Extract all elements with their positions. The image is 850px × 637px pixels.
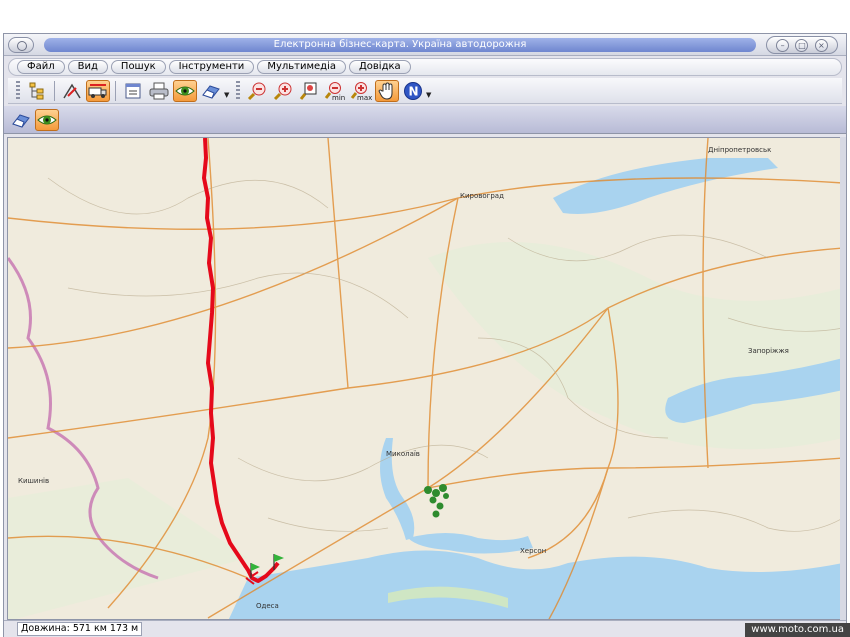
toolbar-grip[interactable] bbox=[16, 80, 20, 101]
window-controls: – □ × bbox=[766, 36, 838, 54]
main-toolbar: ▼ min max N ▼ bbox=[8, 78, 842, 104]
eraser-button-2[interactable] bbox=[9, 109, 33, 131]
menu-tools[interactable]: Інструменти bbox=[168, 60, 255, 74]
view-button-2[interactable] bbox=[35, 108, 59, 131]
toolbar-separator bbox=[115, 80, 116, 101]
print-button[interactable] bbox=[147, 80, 171, 102]
toolbar-grip[interactable] bbox=[236, 80, 240, 101]
svg-text:N: N bbox=[409, 84, 419, 98]
eye-view-icon bbox=[175, 86, 195, 95]
svg-text:min: min bbox=[332, 94, 345, 101]
eraser-button[interactable] bbox=[199, 80, 223, 102]
route-measure-icon bbox=[63, 83, 81, 98]
north-compass-icon: N bbox=[404, 81, 422, 100]
window-title: Електронна бізнес-карта. Україна автодор… bbox=[44, 38, 756, 52]
map-vertical-scrollbar[interactable] bbox=[840, 137, 846, 620]
toolbar-overflow-icon[interactable]: ▼ bbox=[224, 80, 232, 102]
svg-text:max: max bbox=[357, 94, 372, 101]
zoom-window-icon bbox=[299, 82, 317, 100]
layers-tree-button[interactable] bbox=[25, 80, 49, 102]
maximize-button[interactable]: □ bbox=[795, 38, 809, 52]
menu-view[interactable]: Вид bbox=[67, 60, 108, 74]
toolbar-separator bbox=[54, 80, 55, 101]
map-label: Кишинів bbox=[18, 477, 49, 485]
eraser-icon bbox=[202, 84, 220, 99]
map-label: Кировоград bbox=[460, 192, 504, 200]
app-window: Електронна бізнес-карта. Україна автодор… bbox=[3, 33, 847, 637]
route-length-readout: Довжина: 571 км 173 м bbox=[17, 622, 143, 636]
map-label: Херсон bbox=[520, 547, 546, 555]
menu-help[interactable]: Довідка bbox=[348, 60, 411, 74]
legend-list-icon bbox=[125, 83, 141, 98]
north-compass-button[interactable]: N bbox=[401, 80, 425, 102]
eye-view-icon bbox=[37, 115, 57, 124]
truck-route-icon bbox=[88, 83, 107, 98]
hand-pan-icon bbox=[378, 81, 393, 100]
zoom-in-icon bbox=[273, 82, 292, 100]
map-label: Миколаїв bbox=[386, 450, 420, 458]
menu-file[interactable]: Файл bbox=[17, 60, 65, 74]
zoom-max-icon: max bbox=[350, 81, 372, 101]
zoom-out-icon bbox=[247, 82, 266, 100]
close-button[interactable]: × bbox=[814, 38, 828, 52]
zoom-in-button[interactable] bbox=[271, 80, 295, 102]
zoom-out-button[interactable] bbox=[245, 80, 269, 102]
hand-pan-button[interactable] bbox=[375, 79, 399, 102]
zoom-min-button[interactable]: min bbox=[323, 80, 347, 102]
truck-route-button[interactable] bbox=[86, 79, 110, 102]
menu-bar: Файл Вид Пошук Інструменти Мультимедіа Д… bbox=[8, 58, 842, 76]
view-button[interactable] bbox=[173, 79, 197, 102]
map-canvas[interactable]: Кировоград Кишинів Одеса Миколаїв Херсон… bbox=[7, 137, 842, 620]
printer-icon bbox=[149, 82, 169, 99]
legend-list-button[interactable] bbox=[121, 80, 145, 102]
layers-tree-icon bbox=[29, 82, 44, 99]
toolbar-overflow-icon[interactable]: ▼ bbox=[426, 80, 434, 102]
map-label: Одеса bbox=[256, 602, 279, 610]
route-measure-button[interactable] bbox=[60, 80, 84, 102]
system-menu-icon[interactable] bbox=[8, 37, 34, 53]
map-label: Запоріжжя bbox=[748, 347, 789, 355]
eraser-icon bbox=[12, 113, 30, 128]
map-label: Дніпропетровськ bbox=[708, 146, 771, 154]
watermark: www.moto.com.ua bbox=[745, 623, 850, 637]
zoom-min-icon: min bbox=[324, 81, 345, 101]
menu-multimedia[interactable]: Мультимедіа bbox=[257, 60, 346, 74]
zoom-max-button[interactable]: max bbox=[349, 80, 373, 102]
status-bar: Довжина: 571 км 173 м bbox=[4, 620, 846, 637]
minimize-button[interactable]: – bbox=[776, 38, 790, 52]
secondary-toolbar bbox=[4, 106, 846, 134]
menu-search[interactable]: Пошук bbox=[110, 60, 166, 74]
zoom-window-button[interactable] bbox=[297, 80, 321, 102]
title-bar[interactable]: Електронна бізнес-карта. Україна автодор… bbox=[4, 34, 846, 56]
map-drawing: Кировоград Кишинів Одеса Миколаїв Херсон… bbox=[8, 138, 841, 619]
